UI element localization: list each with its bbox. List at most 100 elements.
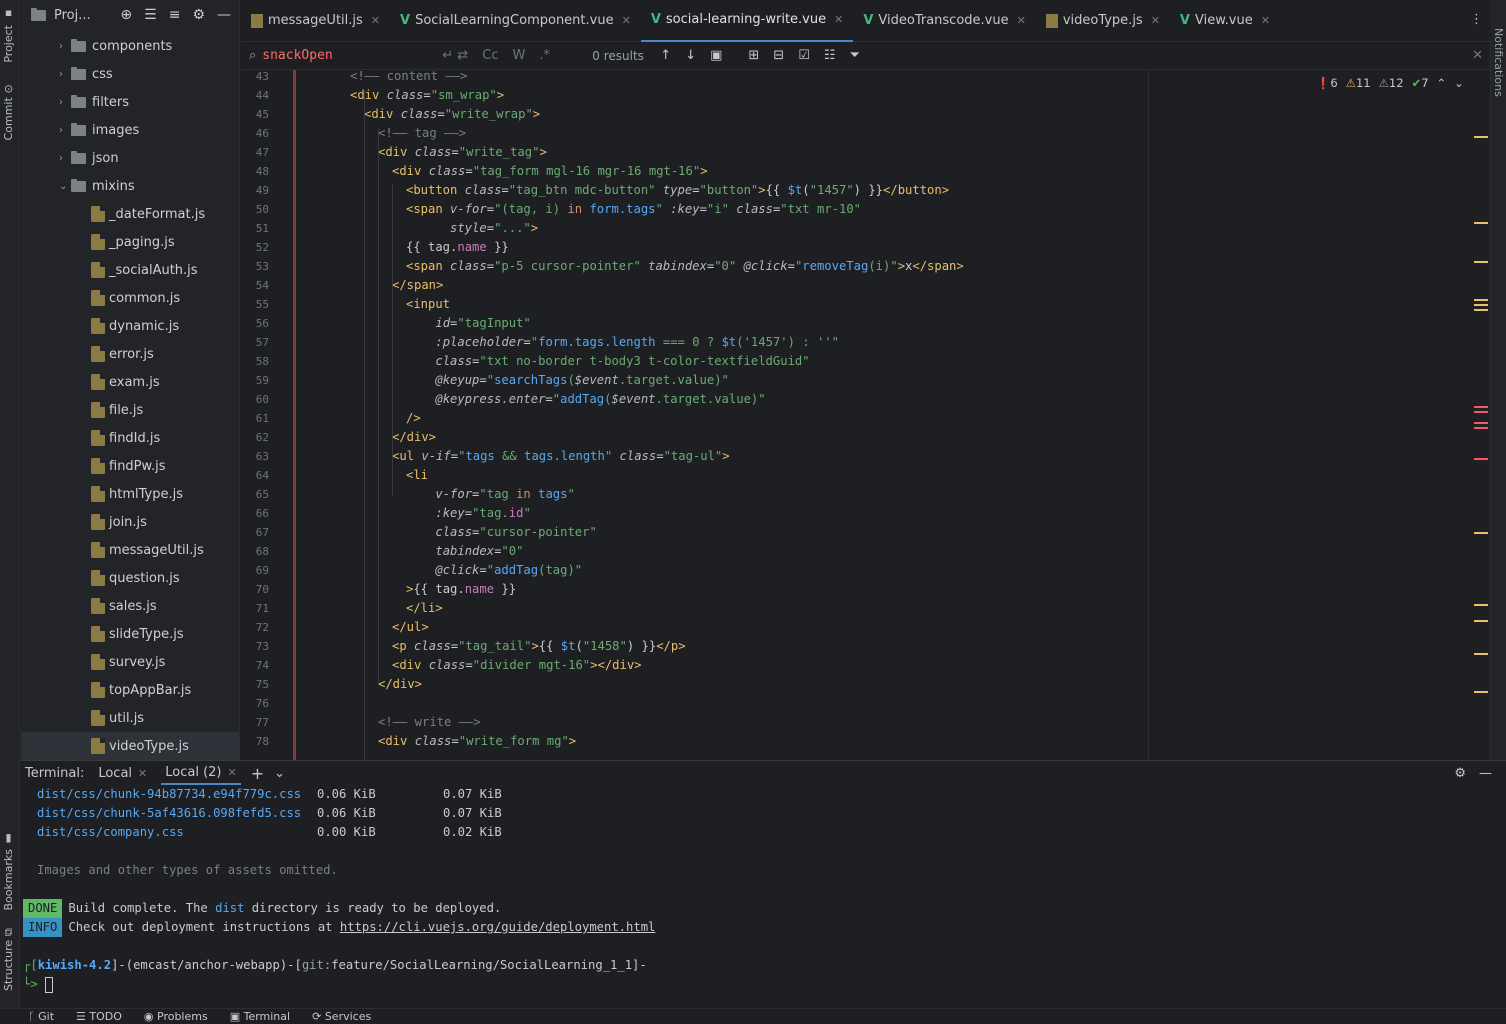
error-stripe-mark[interactable]: [1474, 653, 1488, 655]
code-line[interactable]: <!–– tag ––>: [378, 124, 466, 143]
gear-icon[interactable]: ⚙: [192, 7, 205, 23]
tree-item[interactable]: videoType.js: [21, 732, 239, 760]
error-stripe-mark[interactable]: [1474, 604, 1488, 606]
code-line[interactable]: <div class="write_wrap">: [364, 105, 540, 124]
minimize-icon[interactable]: —: [217, 7, 231, 23]
code-line[interactable]: </div>: [378, 675, 422, 694]
more-tabs-icon[interactable]: ⋮: [1470, 12, 1483, 27]
code-line[interactable]: <!–– write ––>: [378, 713, 481, 732]
tree-item[interactable]: htmlType.js: [21, 480, 239, 508]
newline-icon[interactable]: ↵ ⇄: [442, 48, 482, 63]
close-icon[interactable]: ✕: [138, 767, 147, 780]
expand-all-icon[interactable]: ☰: [144, 7, 157, 23]
tree-item[interactable]: common.js: [21, 284, 239, 312]
tree-item[interactable]: exam.js: [21, 368, 239, 396]
tree-item[interactable]: › css: [21, 60, 239, 88]
search-input[interactable]: snackOpen: [262, 48, 442, 63]
inspection-widget[interactable]: ❗6 ⚠11 ⚠12 ✔7 ⌃ ⌄: [1316, 76, 1464, 90]
tree-item[interactable]: dynamic.js: [21, 312, 239, 340]
tree-item[interactable]: messageUtil.js: [21, 536, 239, 564]
code-line[interactable]: <li: [406, 466, 428, 485]
project-title[interactable]: Proj...: [54, 8, 91, 23]
error-stripe-mark[interactable]: [1474, 691, 1488, 693]
chevron-down-icon[interactable]: ⌄: [274, 766, 285, 781]
tree-item[interactable]: slideType.js: [21, 620, 239, 648]
deployment-link[interactable]: https://cli.vuejs.org/guide/deployment.h…: [340, 920, 656, 934]
tree-item[interactable]: › components: [21, 32, 239, 60]
hide-panel-icon[interactable]: —: [1479, 766, 1492, 781]
code-line[interactable]: <!–– content ––>: [350, 70, 467, 86]
code-line[interactable]: {{ tag.name }}: [406, 238, 509, 257]
code-line[interactable]: class="txt no-border t-body3 t-color-tex…: [406, 352, 809, 371]
close-tab-icon[interactable]: ✕: [371, 14, 380, 27]
add-occurrence-icon[interactable]: ⊞: [748, 48, 759, 63]
code-line[interactable]: </li>: [406, 599, 443, 618]
chevron-right-icon[interactable]: ›: [59, 41, 71, 52]
whole-word-toggle[interactable]: W: [513, 48, 526, 63]
problems-tool-button[interactable]: ◉ Problems: [144, 1010, 208, 1023]
chevron-down-icon[interactable]: ⌄: [59, 181, 71, 192]
code-line[interactable]: <div class="tag_form mgl-16 mgr-16 mgt-1…: [392, 162, 708, 181]
code-line[interactable]: id="tagInput": [406, 314, 530, 333]
tree-item[interactable]: survey.js: [21, 648, 239, 676]
code-line[interactable]: <div class="divider mgt-16"></div>: [392, 656, 642, 675]
code-line[interactable]: :key="tag.id": [406, 504, 530, 523]
close-find-icon[interactable]: ✕: [1472, 48, 1483, 63]
code-line[interactable]: <span class="p-5 cursor-pointer" tabinde…: [406, 257, 964, 276]
locate-icon[interactable]: ⊕: [120, 7, 132, 23]
select-all-occurrences-icon[interactable]: ☑: [798, 48, 810, 63]
code-line[interactable]: </span>: [392, 276, 443, 295]
services-tool-button[interactable]: ⟳ Services: [312, 1010, 371, 1023]
structure-tool-button[interactable]: Structure ⧉: [2, 928, 15, 991]
close-tab-icon[interactable]: ✕: [622, 14, 631, 27]
code-line[interactable]: </ul>: [392, 618, 429, 637]
open-in-window-icon[interactable]: ▣: [710, 48, 722, 63]
tree-item[interactable]: _paging.js: [21, 228, 239, 256]
code-line[interactable]: />: [406, 409, 421, 428]
gear-icon[interactable]: ⚙: [1454, 766, 1466, 781]
editor-tab[interactable]: messageUtil.js ✕: [241, 0, 390, 42]
error-stripe-mark[interactable]: [1474, 304, 1488, 306]
arrow-up-icon[interactable]: ↑: [660, 48, 671, 63]
notifications-tool-button[interactable]: Notifications: [1492, 28, 1505, 97]
tree-item[interactable]: _dateFormat.js: [21, 200, 239, 228]
editor-tab[interactable]: Vsocial-learning-write.vue ✕: [640, 0, 854, 42]
code-line[interactable]: v-for="tag in tags": [406, 485, 574, 504]
filter-search-results-icon[interactable]: ☷: [824, 48, 836, 63]
code-line[interactable]: >{{ tag.name }}: [406, 580, 516, 599]
close-tab-icon[interactable]: ✕: [1261, 14, 1270, 27]
tree-item[interactable]: › images: [21, 116, 239, 144]
code-line[interactable]: @click="addTag(tag)": [406, 561, 582, 580]
close-icon[interactable]: ✕: [228, 766, 237, 779]
code-line[interactable]: :placeholder="form.tags.length === 0 ? $…: [406, 333, 839, 352]
error-stripe-mark[interactable]: [1474, 406, 1488, 408]
new-terminal-icon[interactable]: +: [251, 764, 264, 783]
editor-tab[interactable]: V VideoTranscode.vue ✕: [853, 0, 1035, 42]
terminal-tab-local[interactable]: Local ✕: [94, 761, 151, 785]
close-tab-icon[interactable]: ✕: [1151, 14, 1160, 27]
code-line[interactable]: <button class="tag_btn mdc-button" type=…: [406, 181, 949, 200]
tree-item[interactable]: join.js: [21, 508, 239, 536]
code-line[interactable]: <div class="sm_wrap">: [350, 86, 504, 105]
error-stripe-mark[interactable]: [1474, 222, 1488, 224]
code-line[interactable]: <div class="write_tag">: [378, 143, 547, 162]
code-line[interactable]: style="...">: [406, 219, 538, 238]
error-stripe-mark[interactable]: [1474, 427, 1488, 429]
error-stripe-mark[interactable]: [1474, 411, 1488, 413]
error-stripe-mark[interactable]: [1474, 532, 1488, 534]
terminal-tab-local-2[interactable]: Local (2) ✕: [161, 761, 241, 785]
code-line[interactable]: tabindex="0": [406, 542, 523, 561]
bookmarks-tool-button[interactable]: Bookmarks ▮: [2, 832, 15, 910]
chevron-right-icon[interactable]: ›: [59, 153, 71, 164]
tree-item[interactable]: sales.js: [21, 592, 239, 620]
filter-icon[interactable]: ⏷: [850, 48, 860, 63]
chevron-right-icon[interactable]: ›: [59, 69, 71, 80]
tree-item[interactable]: _socialAuth.js: [21, 256, 239, 284]
chevron-right-icon[interactable]: ›: [59, 125, 71, 136]
tree-item[interactable]: topAppBar.js: [21, 676, 239, 704]
tree-item[interactable]: file.js: [21, 396, 239, 424]
error-stripe-mark[interactable]: [1474, 309, 1488, 311]
tree-item[interactable]: › json: [21, 144, 239, 172]
shell-input-line[interactable]: └>: [23, 975, 54, 994]
tree-item[interactable]: findPw.js: [21, 452, 239, 480]
